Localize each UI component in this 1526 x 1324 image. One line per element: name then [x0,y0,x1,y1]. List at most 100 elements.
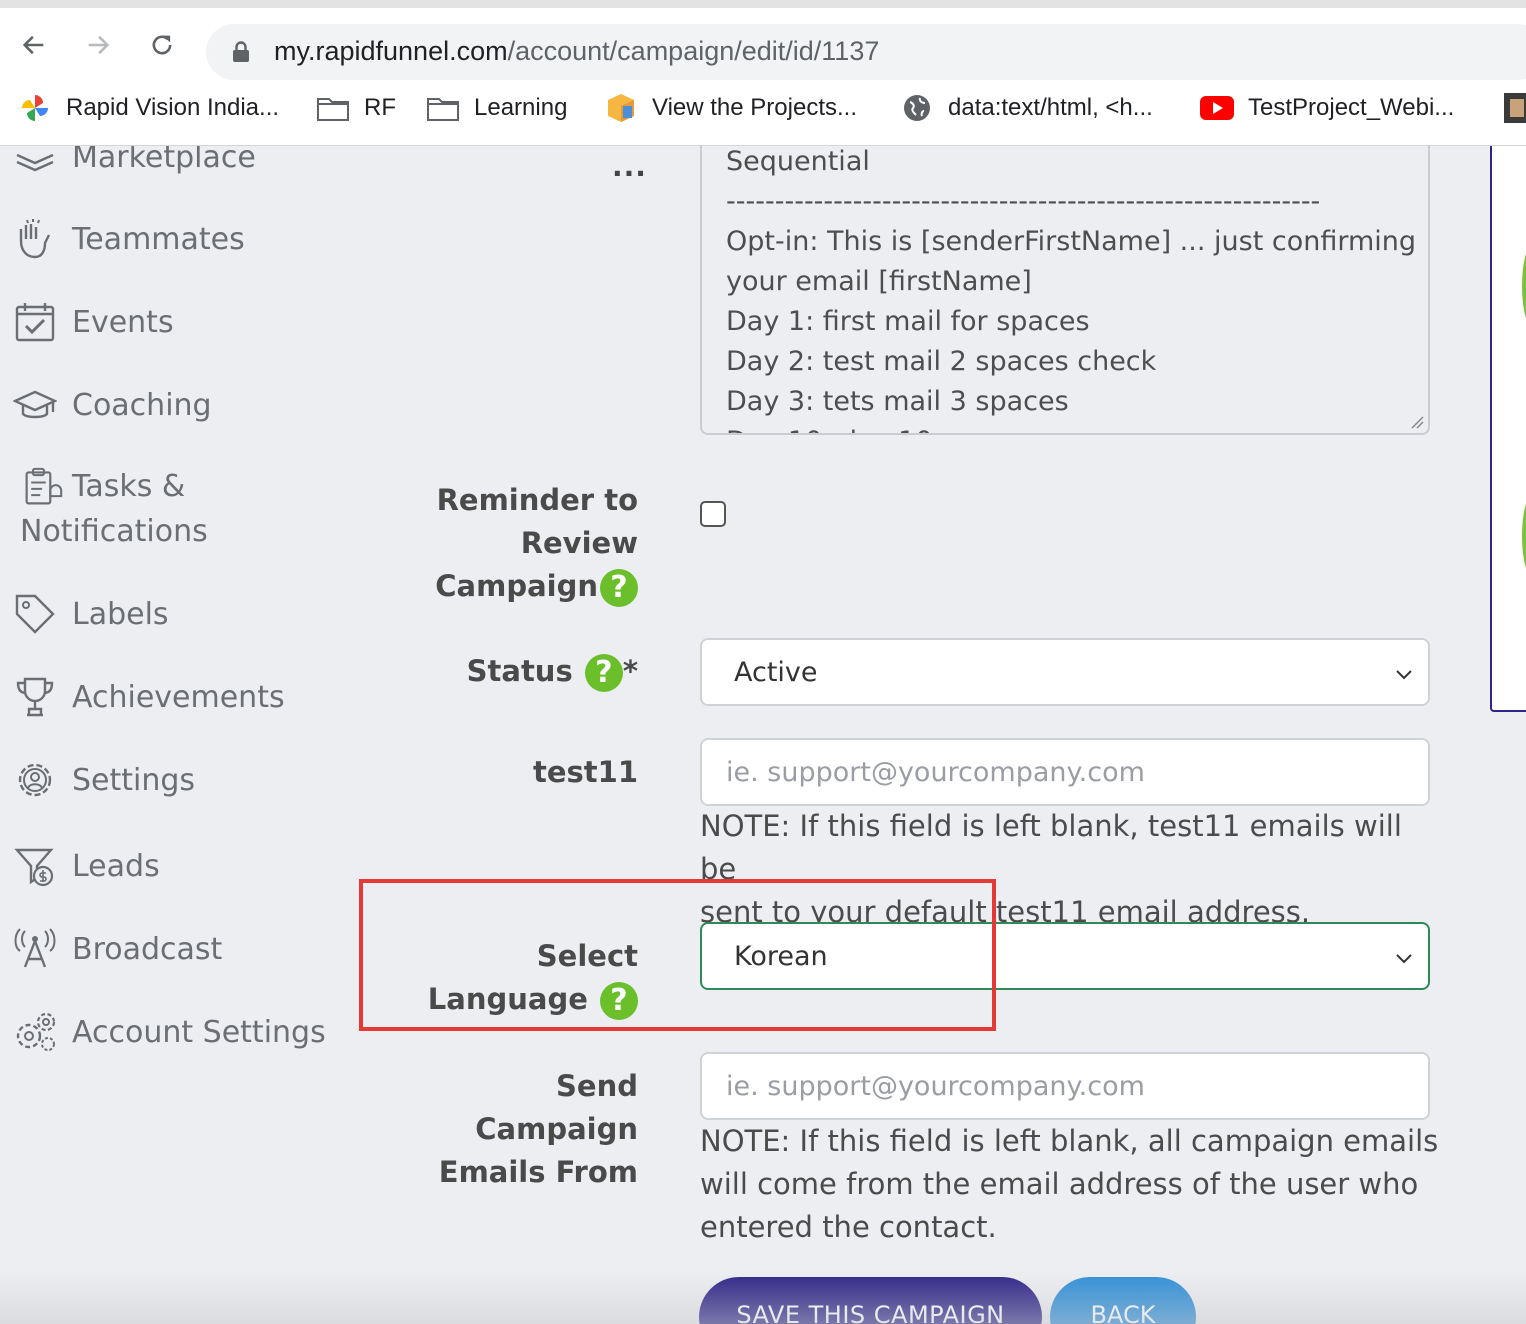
bookmark-label: data:text/html, <h... [948,94,1153,121]
youtube-icon [1200,93,1234,123]
progress-ring-fragment [1522,246,1526,326]
sidebar-item-tasks-notifications[interactable]: Tasks & Notifications [20,464,208,554]
graduation-cap-icon [10,380,60,430]
sidebar-item-broadcast[interactable]: Broadcast [10,924,222,974]
send-from-label: Send Campaign Emails From [380,1065,638,1194]
bookmark-learning[interactable]: Learning [426,90,567,126]
sidebar-item-coaching[interactable]: Coaching [10,380,212,430]
folder-icon [426,93,460,123]
bookmark-overflow[interactable] [1500,90,1526,126]
input-placeholder: ie. support@yourcompany.com [726,757,1145,788]
test11-label: test11 [532,755,638,789]
address-bar[interactable]: my.rapidfunnel.com/account/campaign/edit… [206,24,1526,80]
bookmark-label: View the Projects... [652,94,857,121]
hands-icon [10,214,60,264]
help-icon[interactable]: ? [600,569,638,607]
gears-icon [10,1007,60,1057]
test11-email-input[interactable]: ie. support@yourcompany.com [700,738,1430,806]
tag-icon [10,589,60,639]
sidebar-item-label: Labels [72,596,169,632]
sidebar-item-teammates[interactable]: Teammates [10,214,245,264]
bookmarks-bar: Rapid Vision India... RF Learning View t… [0,82,1526,136]
tab-strip-edge [0,0,1526,8]
sidebar-item-label: Broadcast [72,931,223,967]
more-options-ellipsis[interactable]: ... [612,150,647,183]
label-line: Emails From [438,1155,638,1189]
status-value: Active [734,657,818,688]
sidebar-item-achievements[interactable]: Achievements [10,672,285,722]
resize-grip-icon[interactable] [1410,415,1424,429]
lock-icon[interactable] [232,41,250,63]
note-line: entered the contact. [700,1210,997,1244]
box-icon [604,93,638,123]
sidebar-item-leads[interactable]: Leads [10,841,160,891]
right-side-panel [1490,146,1526,712]
help-icon[interactable]: ? [584,654,623,692]
sidebar-item-settings[interactable]: Settings [10,755,195,805]
bookmark-rapid-vision[interactable]: Rapid Vision India... [18,90,279,126]
label-line: Language [427,982,588,1016]
reload-icon[interactable] [145,28,179,62]
funnel-dollar-icon [10,841,60,891]
save-campaign-button[interactable]: SAVE THIS CAMPAIGN [699,1277,1042,1324]
trophy-icon [10,672,60,722]
campaign-sequence-textarea[interactable]: Sequential -----------------------------… [700,140,1430,435]
language-value: Korean [734,941,828,972]
bookmark-data-html[interactable]: data:text/html, <h... [900,90,1153,126]
sidebar-item-labels[interactable]: Labels [10,589,169,639]
reminder-checkbox[interactable] [700,501,726,527]
campaign-sequence-text: Sequential -----------------------------… [726,146,1417,433]
antenna-icon [10,924,60,974]
browser-toolbar: my.rapidfunnel.com/account/campaign/edit… [0,8,1526,82]
sidebar-item-label: Coaching [72,387,212,423]
label-line: Reminder to [436,483,638,517]
reminder-label: Reminder to Review Campaign? [380,479,638,608]
bookmark-testproject[interactable]: TestProject_Webi... [1200,90,1454,126]
label-line: Campaign [435,569,598,603]
back-arrow-icon[interactable] [17,28,51,62]
clipboard-bell-icon [20,464,66,510]
status-select[interactable]: Active [700,638,1430,706]
chevron-down-icon [1396,670,1412,680]
sidebar: Marketplace Teammates Events Coaching Ta… [0,140,340,1324]
folder-icon [316,93,350,123]
globe-icon [900,93,934,123]
note-line: will come from the email address of the … [700,1167,1419,1201]
language-select[interactable]: Korean [700,922,1430,990]
note-line: NOTE: If this field is left blank, all c… [700,1124,1439,1158]
label-line: Campaign [475,1112,638,1146]
gear-user-icon [10,755,60,805]
input-placeholder: ie. support@yourcompany.com [726,1071,1145,1102]
send-from-note: NOTE: If this field is left blank, all c… [700,1120,1440,1249]
sidebar-item-label: Teammates [72,221,245,257]
bookmark-rf[interactable]: RF [316,90,396,126]
sidebar-item-label: Settings [72,762,196,798]
forward-arrow-icon[interactable] [81,28,115,62]
send-from-email-input[interactable]: ie. support@yourcompany.com [700,1052,1430,1120]
required-asterisk: * [622,654,638,688]
sidebar-item-events[interactable]: Events [10,297,174,347]
sidebar-item-label: Tasks & [72,469,186,504]
sidebar-item-label: Events [72,304,174,340]
browser-chrome: my.rapidfunnel.com/account/campaign/edit… [0,0,1526,146]
language-label: Select Language ? [380,935,638,1021]
progress-ring-fragment [1522,496,1526,576]
sidebar-item-account-settings[interactable]: Account Settings [10,1007,326,1057]
bookmark-label: TestProject_Webi... [1248,94,1455,121]
sidebar-item-label: Achievements [72,679,285,715]
back-button[interactable]: BACK [1050,1277,1196,1324]
bookmark-label: Learning [474,94,568,121]
bookmark-view-projects[interactable]: View the Projects... [604,90,857,126]
label-line: Select [536,939,638,973]
pinwheel-icon [18,93,52,123]
sidebar-item-label: Notifications [20,514,208,549]
calendar-check-icon [10,297,60,347]
label-line: Status [466,654,573,688]
help-icon[interactable]: ? [600,982,638,1020]
url-text: my.rapidfunnel.com/account/campaign/edit… [274,36,880,66]
status-label: Status ? * [380,650,638,693]
bookmark-label: RF [364,94,396,121]
sidebar-item-label: Account Settings [72,1014,326,1050]
label-line: Review [520,526,638,560]
bookmark-label: Rapid Vision India... [66,94,280,121]
